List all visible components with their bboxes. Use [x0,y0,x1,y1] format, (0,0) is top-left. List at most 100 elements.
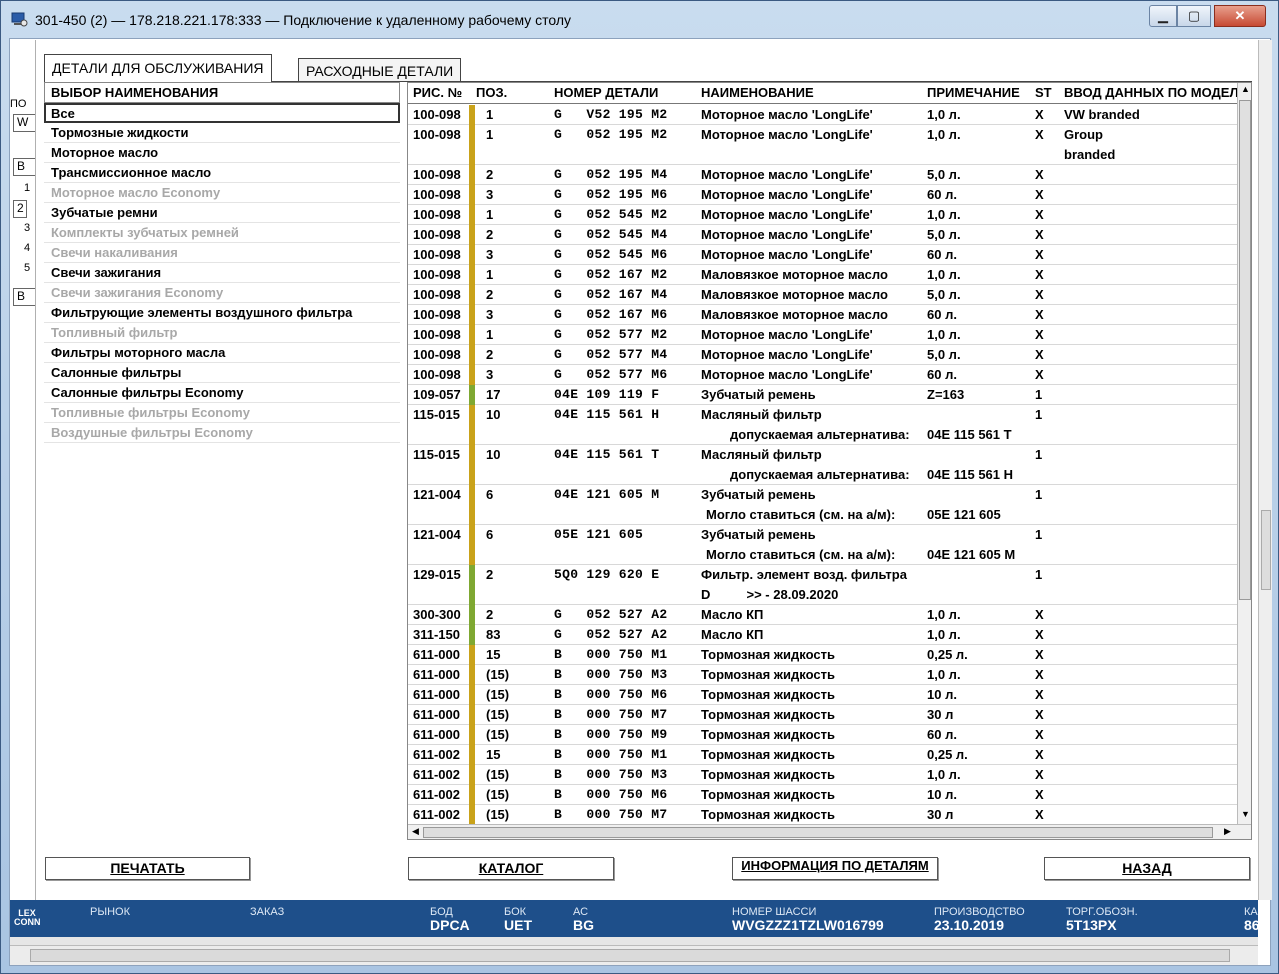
table-row[interactable]: 611-002 (15) B 000 750 M7 Тормозная жидкост… [408,805,1238,825]
vertical-scrollbar[interactable]: ▲ ▼ [1237,83,1251,824]
desktop-scroll-thumb[interactable] [30,949,1230,962]
table-row[interactable]: 121-004 6 05E 121 605 Зубчатый ремень 1 Могло… [408,525,1238,565]
category-item[interactable]: Топливные фильтры Economy [44,403,400,423]
cell-part-number: G 052 527 A2 [554,607,668,622]
back-button[interactable]: НАЗАД [1044,857,1250,880]
table-row[interactable]: 300-300 2 G 052 527 A2 Масло КП 1,0 л. X [408,605,1238,625]
vertical-scroll-thumb[interactable] [1239,100,1251,600]
table-row[interactable]: 100-098 3 G 052 167 M6 Маловязкое моторное … [408,305,1238,325]
cell-part-number: 04E 115 561 H [554,407,660,422]
category-item[interactable]: Свечи накаливания [44,243,400,263]
table-row[interactable]: 121-004 6 04E 121 605 M Зубчатый ремень 1 Мог… [408,485,1238,525]
table-row[interactable]: 100-098 2 G 052 545 M4 Моторное масло 'Long… [408,225,1238,245]
table-row[interactable]: 100-098 2 G 052 577 M4 Моторное масло 'Long… [408,345,1238,365]
table-row[interactable]: 115-015 10 04E 115 561 H Масляный фильтр 1 до… [408,405,1238,445]
table-row[interactable]: 100-098 1 G 052 195 M2 Моторное масло 'Long… [408,125,1238,165]
table-row[interactable]: 100-098 2 G 052 195 M4 Моторное масло 'Long… [408,165,1238,185]
category-item[interactable]: Тормозные жидкости [44,123,400,143]
table-row[interactable]: 100-098 3 G 052 545 M6 Моторное масло 'Long… [408,245,1238,265]
cell-name: Зубчатый ремень [701,387,816,402]
column-header-part-number[interactable]: НОМЕР ДЕТАЛИ [554,85,658,100]
strip-field[interactable]: W [13,114,35,132]
category-item[interactable]: Салонные фильтры [44,363,400,383]
strip-number-box[interactable]: 2 [13,200,27,218]
close-button[interactable]: ✕ [1214,5,1266,27]
table-row[interactable]: 100-098 3 G 052 577 M6 Моторное масло 'Long… [408,365,1238,385]
desktop-horizontal-scrollbar[interactable] [10,945,1258,965]
table-row[interactable]: 611-000 (15) B 000 750 M9 Тормозная жидкост… [408,725,1238,745]
category-item[interactable]: Топливный фильтр [44,323,400,343]
part-info-button[interactable]: ИНФОРМАЦИЯ ПО ДЕТАЛЯМ [732,857,938,880]
table-row[interactable]: 100-098 2 G 052 167 M4 Маловязкое моторное … [408,285,1238,305]
category-item[interactable]: Свечи зажигания [44,263,400,283]
table-row[interactable]: 611-002 15 B 000 750 M1 Тормозная жидкость 0… [408,745,1238,765]
column-header-note[interactable]: ПРИМЕЧАНИЕ [927,85,1020,100]
horizontal-scrollbar[interactable]: ◀ ▶ [408,824,1251,839]
category-item[interactable]: Моторное масло [44,143,400,163]
category-item[interactable]: Воздушные фильтры Economy [44,423,400,443]
horizontal-scroll-thumb[interactable] [423,827,1213,838]
column-header-fig[interactable]: РИС. № [413,85,462,100]
cell-pos: 1 [486,127,494,142]
table-row[interactable]: 100-098 3 G 052 195 M6 Моторное масло 'Long… [408,185,1238,205]
category-item[interactable]: Комплекты зубчатых ремней [44,223,400,243]
maximize-button[interactable]: ▢ [1177,5,1211,27]
table-row[interactable]: 129-015 2 5Q0 129 620 E Фильтр. элемент воз… [408,565,1238,605]
strip-button[interactable]: B [13,288,35,306]
cell-st: 1 [1035,407,1043,422]
table-row[interactable]: 611-000 (15) B 000 750 M6 Тормозная жидкост… [408,685,1238,705]
category-item[interactable]: Салонные фильтры Economy [44,383,400,403]
column-header-pos[interactable]: ПОЗ. [476,85,507,100]
cell-st: X [1035,207,1044,222]
print-button[interactable]: ПЕЧАТАТЬ [45,857,250,880]
cell-st: X [1035,707,1044,722]
category-item[interactable]: Фильтрующие элементы воздушного фильтра [44,303,400,323]
column-header-name[interactable]: НАИМЕНОВАНИЕ [701,85,814,100]
cell-note: 10 л. [927,787,957,802]
tab-consumables[interactable]: РАСХОДНЫЕ ДЕТАЛИ [298,58,462,82]
table-row[interactable]: 100-098 1 G V52 195 M2 Моторное масло 'Long… [408,105,1238,125]
scroll-right-arrow-icon[interactable]: ▶ [1221,826,1234,837]
category-item[interactable]: Все [44,103,400,123]
category-item[interactable]: Фильтры моторного масла [44,343,400,363]
category-item[interactable]: Свечи зажигания Economy [44,283,400,303]
cell-pos: 3 [486,367,494,382]
category-item[interactable]: Зубчатые ремни [44,203,400,223]
title-bar[interactable]: 301-450 (2) — 178.218.221.178:333 — Подк… [1,1,1279,39]
tab-service-parts[interactable]: ДЕТАЛИ ДЛЯ ОБСЛУЖИВАНИЯ [44,54,272,82]
cell-part-number: B 000 750 M6 [554,787,668,802]
strip-button[interactable]: B [13,158,35,176]
background-scrollbar[interactable] [1258,40,1272,900]
table-row[interactable]: 611-002 (15) B 000 750 M3 Тормозная жидкост… [408,765,1238,785]
table-row[interactable]: 611-000 (15) B 000 750 M3 Тормозная жидкост… [408,665,1238,685]
cell-fig: 100-098 [413,227,461,242]
cell-note: 1,0 л. [927,607,961,622]
cell-name: Маловязкое моторное масло [701,307,888,322]
scroll-down-arrow-icon[interactable]: ▼ [1239,809,1251,819]
column-header-st[interactable]: ST [1035,85,1052,100]
cell-fig: 100-098 [413,287,461,302]
table-row[interactable]: 109-057 17 04E 109 119 F Зубчатый ремень Z=1… [408,385,1238,405]
cell-name: Масляный фильтр [701,447,822,462]
background-scroll-thumb[interactable] [1261,510,1271,590]
catalog-button[interactable]: КАТАЛОГ [408,857,614,880]
table-row[interactable]: 311-150 83 G 052 527 A2 Масло КП 1,0 л. X [408,625,1238,645]
scroll-up-arrow-icon[interactable]: ▲ [1239,84,1251,94]
scroll-left-arrow-icon[interactable]: ◀ [409,826,422,837]
cell-fig: 121-004 [413,527,461,542]
table-row[interactable]: 611-002 (15) B 000 750 M6 Тормозная жидкост… [408,785,1238,805]
minimize-button[interactable]: ▁ [1149,5,1177,27]
table-row[interactable]: 100-098 1 G 052 545 M2 Моторное масло 'Long… [408,205,1238,225]
category-item[interactable]: Трансмиссионное масло [44,163,400,183]
cell-part-number: G 052 545 M6 [554,247,668,262]
cell-name: Тормозная жидкость [701,667,835,682]
table-row[interactable]: 611-000 15 B 000 750 M1 Тормозная жидкость 0… [408,645,1238,665]
cell-st: X [1035,267,1044,282]
bok-value: UET [504,917,532,933]
table-row[interactable]: 115-015 10 04E 115 561 T Масляный фильтр 1 до… [408,445,1238,485]
column-header-vin-input[interactable]: ВВОД ДАННЫХ ПО МОДЕЛ [1064,85,1239,100]
table-row[interactable]: 100-098 1 G 052 167 M2 Маловязкое моторное … [408,265,1238,285]
table-row[interactable]: 100-098 1 G 052 577 M2 Моторное масло 'Long… [408,325,1238,345]
table-row[interactable]: 611-000 (15) B 000 750 M7 Тормозная жидкост… [408,705,1238,725]
category-item[interactable]: Моторное масло Economy [44,183,400,203]
